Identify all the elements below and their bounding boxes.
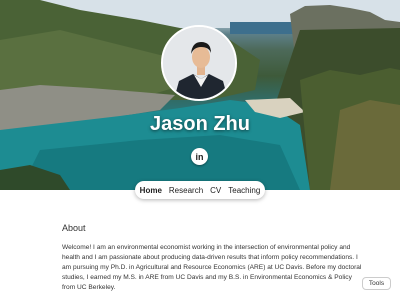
- nav-item-home[interactable]: Home: [140, 186, 162, 195]
- nav-item-teaching[interactable]: Teaching: [228, 186, 260, 195]
- profile-avatar: [161, 25, 237, 101]
- main-nav: Home Research CV Teaching: [135, 181, 265, 199]
- linkedin-button[interactable]: in: [191, 148, 208, 165]
- nav-item-research[interactable]: Research: [169, 186, 203, 195]
- avatar-photo: [163, 27, 235, 99]
- about-heading: About: [62, 223, 86, 233]
- linkedin-icon: in: [195, 151, 204, 162]
- profile-name: Jason Zhu: [149, 113, 250, 135]
- about-bio: Welcome! I am an environmental economist…: [62, 244, 362, 291]
- nav-item-cv[interactable]: CV: [210, 186, 221, 195]
- tools-button[interactable]: Tools: [362, 277, 391, 290]
- hero-banner: Jason Zhu in: [0, 0, 400, 190]
